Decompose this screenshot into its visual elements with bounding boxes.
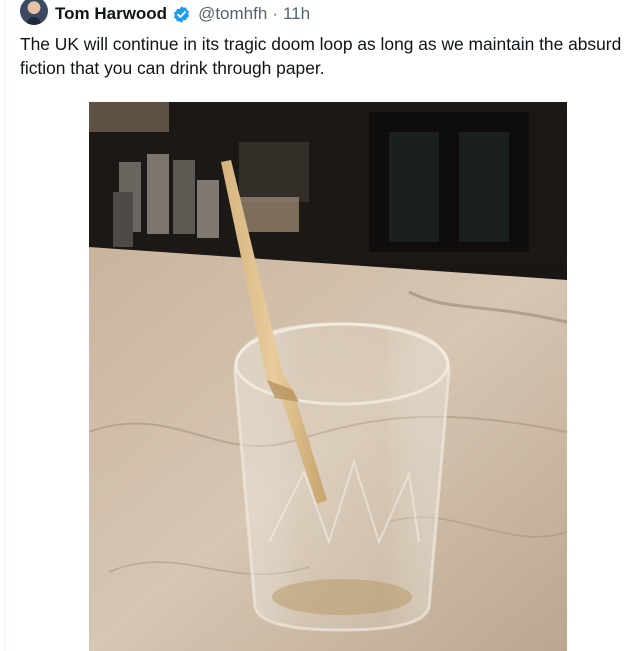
avatar[interactable] bbox=[20, 0, 48, 25]
tweet-header: Tom Harwood @tomhfh · 11h bbox=[20, 0, 310, 28]
photo-illustration bbox=[89, 102, 567, 651]
author-handle[interactable]: @tomhfh bbox=[198, 4, 267, 24]
separator-dot: · bbox=[272, 4, 278, 23]
verified-badge-icon bbox=[174, 5, 190, 23]
tweet-photo[interactable] bbox=[89, 102, 567, 651]
timestamp[interactable]: 11h bbox=[283, 4, 310, 24]
author-name[interactable]: Tom Harwood bbox=[55, 4, 167, 24]
timeline-divider bbox=[4, 0, 5, 651]
tweet-text: The UK will continue in its tragic doom … bbox=[20, 34, 622, 78]
